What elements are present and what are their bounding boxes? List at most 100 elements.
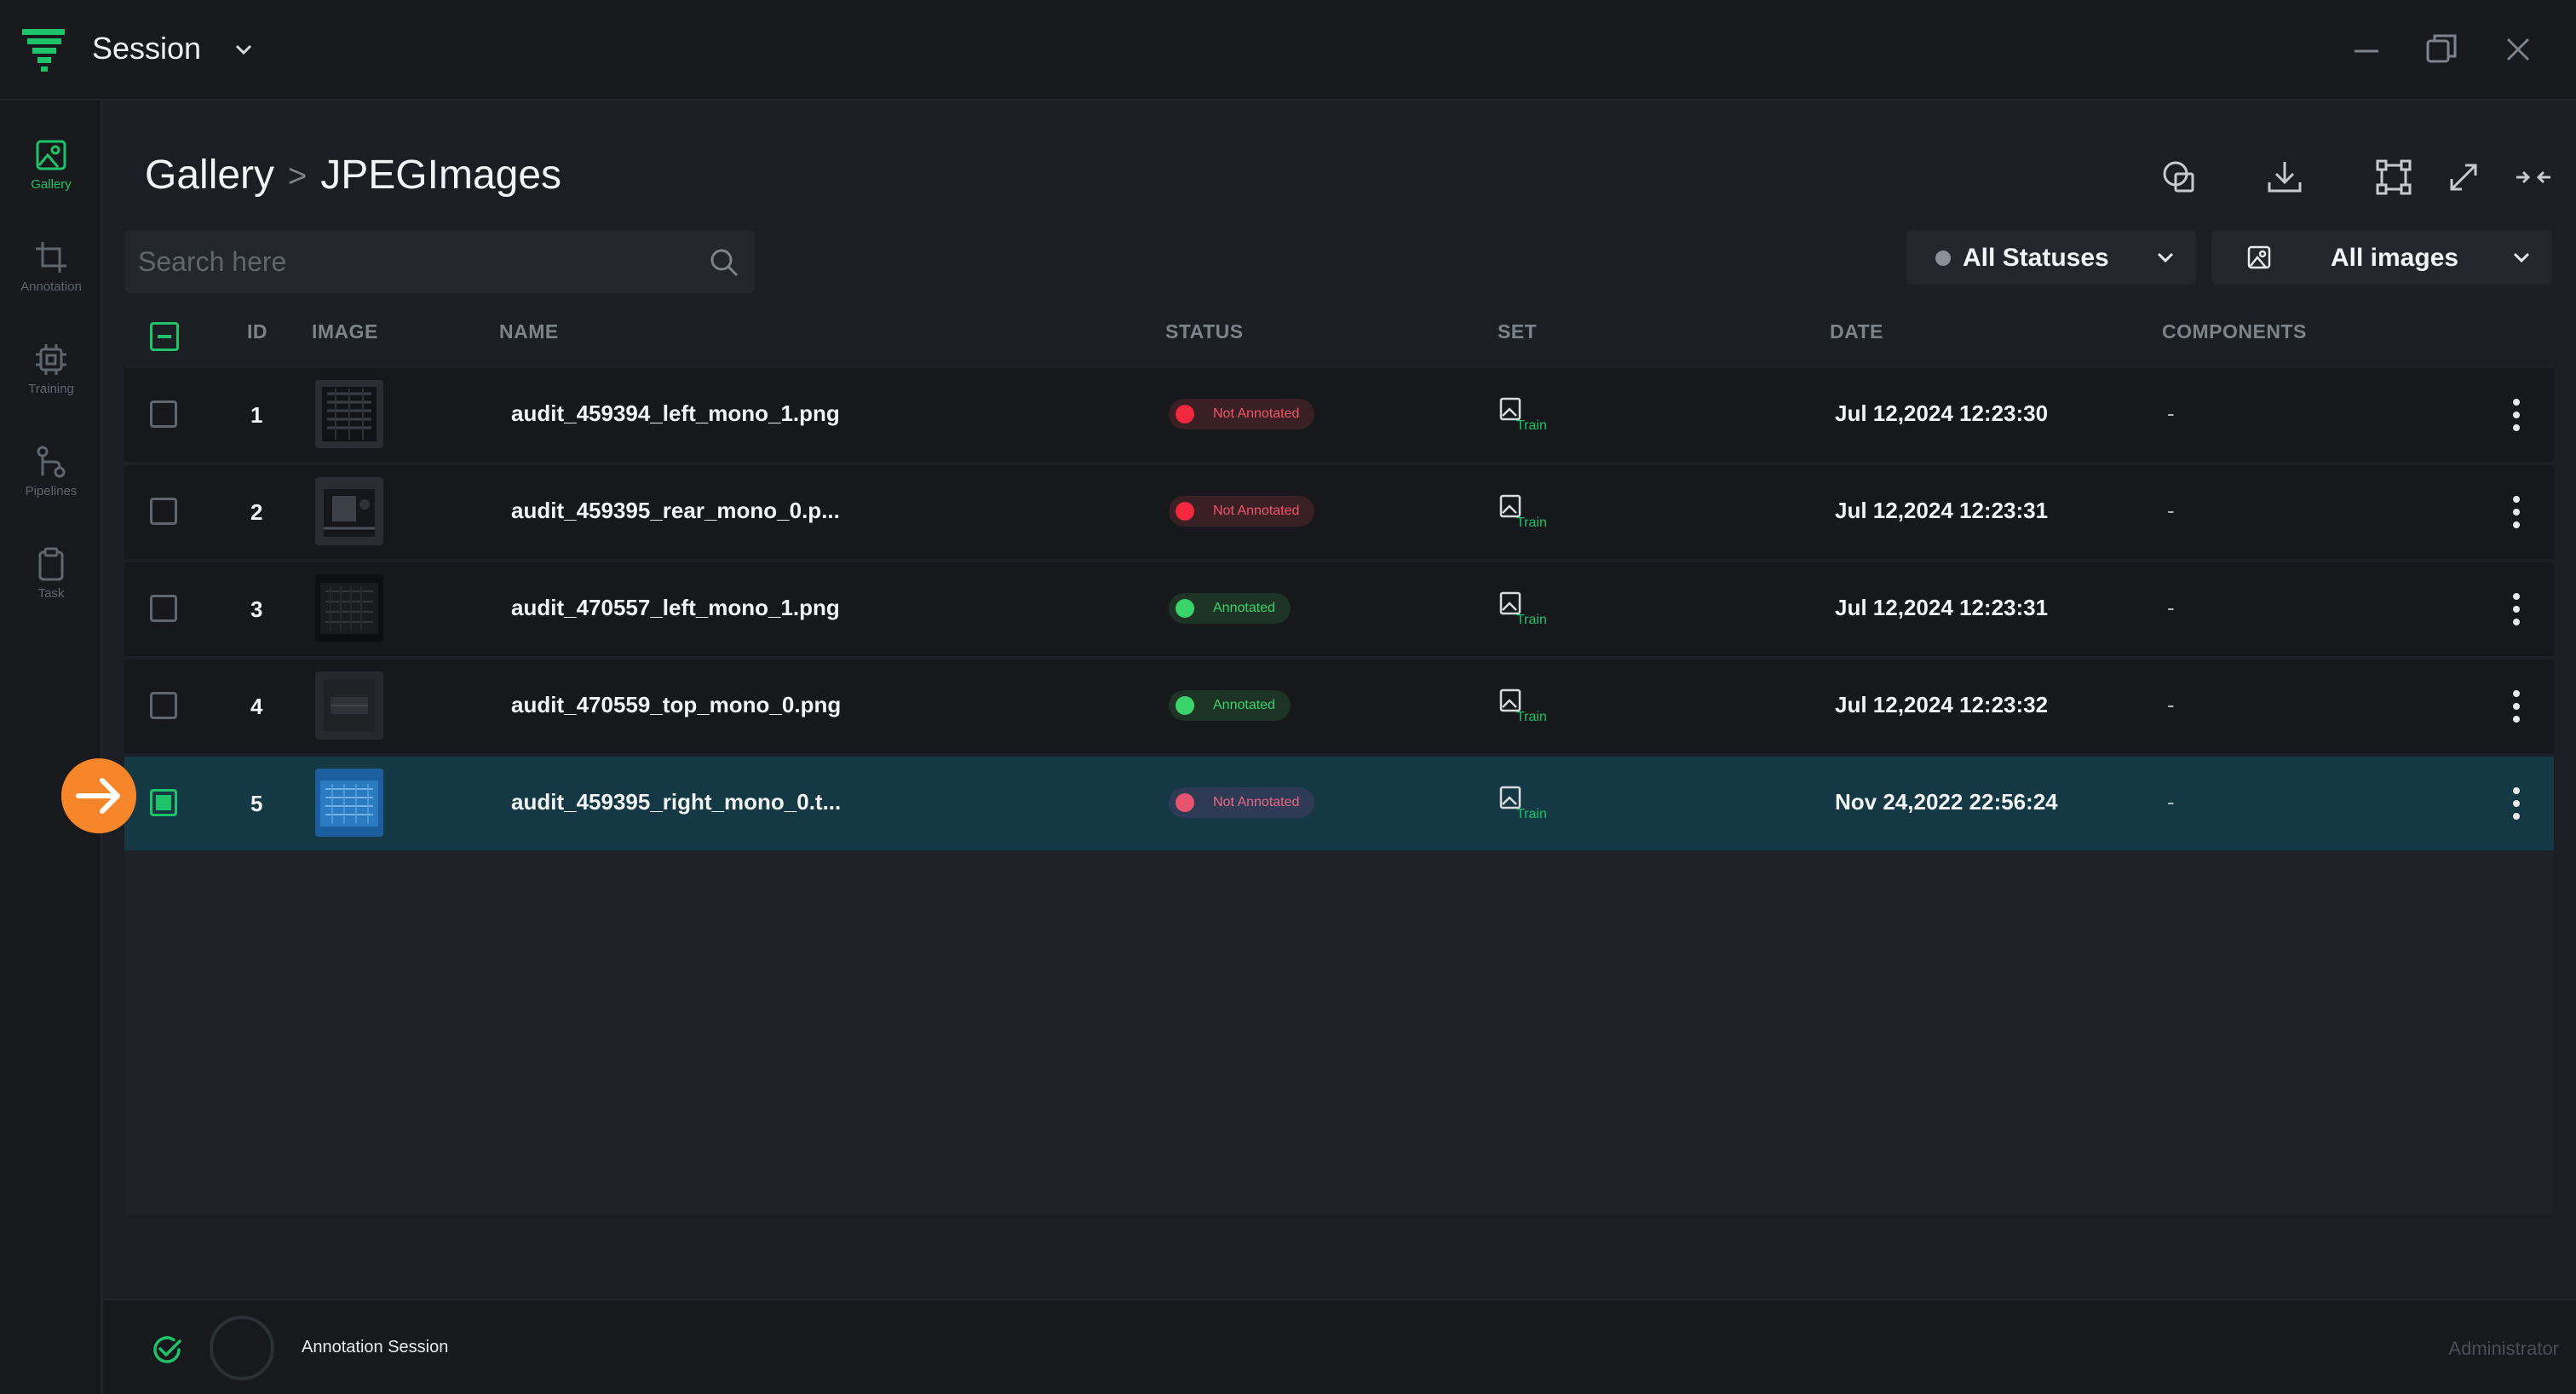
status-filter-dropdown[interactable]: All Statuses xyxy=(1906,230,2196,285)
sidebar-item-label: Task xyxy=(37,586,65,601)
compare-images-icon[interactable] xyxy=(2159,157,2199,198)
more-options-icon[interactable] xyxy=(2510,786,2523,821)
row-components: - xyxy=(2167,692,2175,717)
row-name: audit_459395_right_mono_0.t... xyxy=(511,789,842,815)
sidebar-item-label: Pipelines xyxy=(25,484,78,498)
crop-icon xyxy=(36,242,66,273)
row-date: Nov 24,2022 22:56:24 xyxy=(1835,789,2058,815)
row-components: - xyxy=(2167,400,2175,426)
train-set-icon: Train xyxy=(1499,494,1547,530)
row-date: Jul 12,2024 12:23:30 xyxy=(1835,400,2049,426)
app-logo-icon xyxy=(22,29,65,72)
image-thumbnail[interactable] xyxy=(315,380,383,448)
column-header-image: IMAGE xyxy=(312,320,378,343)
images-filter-label: All images xyxy=(2331,244,2459,272)
sidebar-item-task[interactable]: Task xyxy=(0,530,102,615)
arrow-right-icon xyxy=(61,758,136,833)
row-checkbox[interactable] xyxy=(150,595,177,622)
table-header: ID IMAGE NAME STATUS SET DATE COMPONENTS xyxy=(124,303,2554,365)
image-thumbnail[interactable] xyxy=(315,671,383,740)
status-footer: Annotation Session Administrator xyxy=(104,1299,2576,1394)
image-icon xyxy=(2247,245,2271,269)
images-filter-dropdown[interactable]: All images xyxy=(2211,230,2552,285)
sidebar-item-gallery[interactable]: Gallery xyxy=(0,121,102,206)
minimize-icon[interactable] xyxy=(2348,31,2385,68)
column-header-date[interactable]: DATE xyxy=(1830,320,1883,343)
sidebar-item-annotation[interactable]: Annotation xyxy=(0,223,102,308)
pipeline-icon xyxy=(37,446,66,478)
row-id: 4 xyxy=(250,694,263,719)
close-icon[interactable] xyxy=(2499,31,2537,68)
session-title[interactable]: Session xyxy=(92,31,201,66)
row-name: audit_459395_rear_mono_0.p... xyxy=(511,498,840,523)
row-id: 1 xyxy=(250,402,263,428)
search-input[interactable] xyxy=(138,230,683,293)
breadcrumb: Gallery > JPEGImages xyxy=(145,152,561,199)
row-checkbox[interactable] xyxy=(150,400,177,428)
table-row[interactable]: 4 audit_470559_top_mono_0.png Annotated … xyxy=(124,660,2554,753)
column-header-name[interactable]: NAME xyxy=(499,320,559,343)
gallery-table: ID IMAGE NAME STATUS SET DATE COMPONENTS… xyxy=(124,303,2554,1215)
restore-icon[interactable] xyxy=(2423,31,2460,68)
breadcrumb-separator: > xyxy=(288,158,308,194)
user-role: Administrator xyxy=(2448,1338,2559,1359)
column-header-components: COMPONENTS xyxy=(2162,320,2307,343)
column-header-id[interactable]: ID xyxy=(247,320,267,343)
status-filter-label: All Statuses xyxy=(1963,244,2109,272)
train-set-icon: Train xyxy=(1499,591,1547,627)
more-options-icon[interactable] xyxy=(2510,591,2523,627)
set-label: Train xyxy=(1516,807,1547,821)
row-id: 2 xyxy=(250,499,263,525)
train-set-icon: Train xyxy=(1499,786,1547,821)
table-row[interactable]: 2 audit_459395_rear_mono_0.p... Not Anno… xyxy=(124,465,2554,559)
gallery-icon xyxy=(36,140,66,170)
clipboard-icon xyxy=(38,547,64,581)
more-options-icon[interactable] xyxy=(2510,688,2523,724)
table-row[interactable]: 1 audit_459394_left_mono_1.png Not Annot… xyxy=(124,368,2554,462)
collapse-icon[interactable] xyxy=(2513,157,2554,198)
table-row-selected[interactable]: 5 audit_459395_right_mono_0.t... Not Ann… xyxy=(124,757,2554,850)
expand-icon[interactable] xyxy=(2443,157,2484,198)
breadcrumb-current: JPEGImages xyxy=(320,153,562,198)
row-id: 5 xyxy=(250,791,263,816)
more-options-icon[interactable] xyxy=(2510,494,2523,530)
search-bar xyxy=(124,230,755,293)
train-set-icon: Train xyxy=(1499,397,1547,433)
status-badge: Annotated xyxy=(1169,690,1291,721)
image-thumbnail[interactable] xyxy=(315,769,383,837)
download-icon[interactable] xyxy=(2264,157,2305,198)
sidebar-item-label: Gallery xyxy=(31,177,72,192)
breadcrumb-gallery[interactable]: Gallery xyxy=(145,153,274,198)
image-thumbnail[interactable] xyxy=(315,574,383,642)
table-row[interactable]: 3 audit_470557_left_mono_1.png Annotated… xyxy=(124,562,2554,656)
set-label: Train xyxy=(1516,418,1547,433)
select-all-checkbox[interactable] xyxy=(150,322,179,351)
more-options-icon[interactable] xyxy=(2510,397,2523,433)
chevron-down-icon[interactable] xyxy=(232,39,256,60)
row-date: Jul 12,2024 12:23:31 xyxy=(1835,498,2049,523)
session-name: Annotation Session xyxy=(302,1338,449,1357)
chevron-down-icon xyxy=(2513,252,2530,263)
sidebar-item-pipelines[interactable]: Pipelines xyxy=(0,428,102,513)
sidebar-item-label: Annotation xyxy=(20,279,82,294)
status-badge: Not Annotated xyxy=(1169,496,1315,527)
row-checkbox[interactable] xyxy=(150,498,177,525)
sidebar-item-label: Training xyxy=(28,382,74,396)
status-dot-icon xyxy=(1935,251,1951,266)
status-badge: Not Annotated xyxy=(1169,399,1315,429)
title-bar: Session xyxy=(0,0,2576,101)
train-set-icon: Train xyxy=(1499,688,1547,724)
column-header-set[interactable]: SET xyxy=(1498,320,1537,343)
image-thumbnail[interactable] xyxy=(315,477,383,545)
set-label: Train xyxy=(1516,710,1547,724)
sidebar-item-training[interactable]: Training xyxy=(0,325,102,411)
row-components: - xyxy=(2167,595,2175,620)
row-date: Jul 12,2024 12:23:31 xyxy=(1835,595,2049,620)
row-checkbox-checked[interactable] xyxy=(150,789,177,816)
search-icon[interactable] xyxy=(709,247,739,278)
column-header-status[interactable]: STATUS xyxy=(1165,320,1244,343)
row-checkbox[interactable] xyxy=(150,692,177,719)
avatar[interactable] xyxy=(210,1316,274,1380)
bounding-box-icon[interactable] xyxy=(2373,157,2414,198)
check-circle-icon xyxy=(153,1336,181,1363)
